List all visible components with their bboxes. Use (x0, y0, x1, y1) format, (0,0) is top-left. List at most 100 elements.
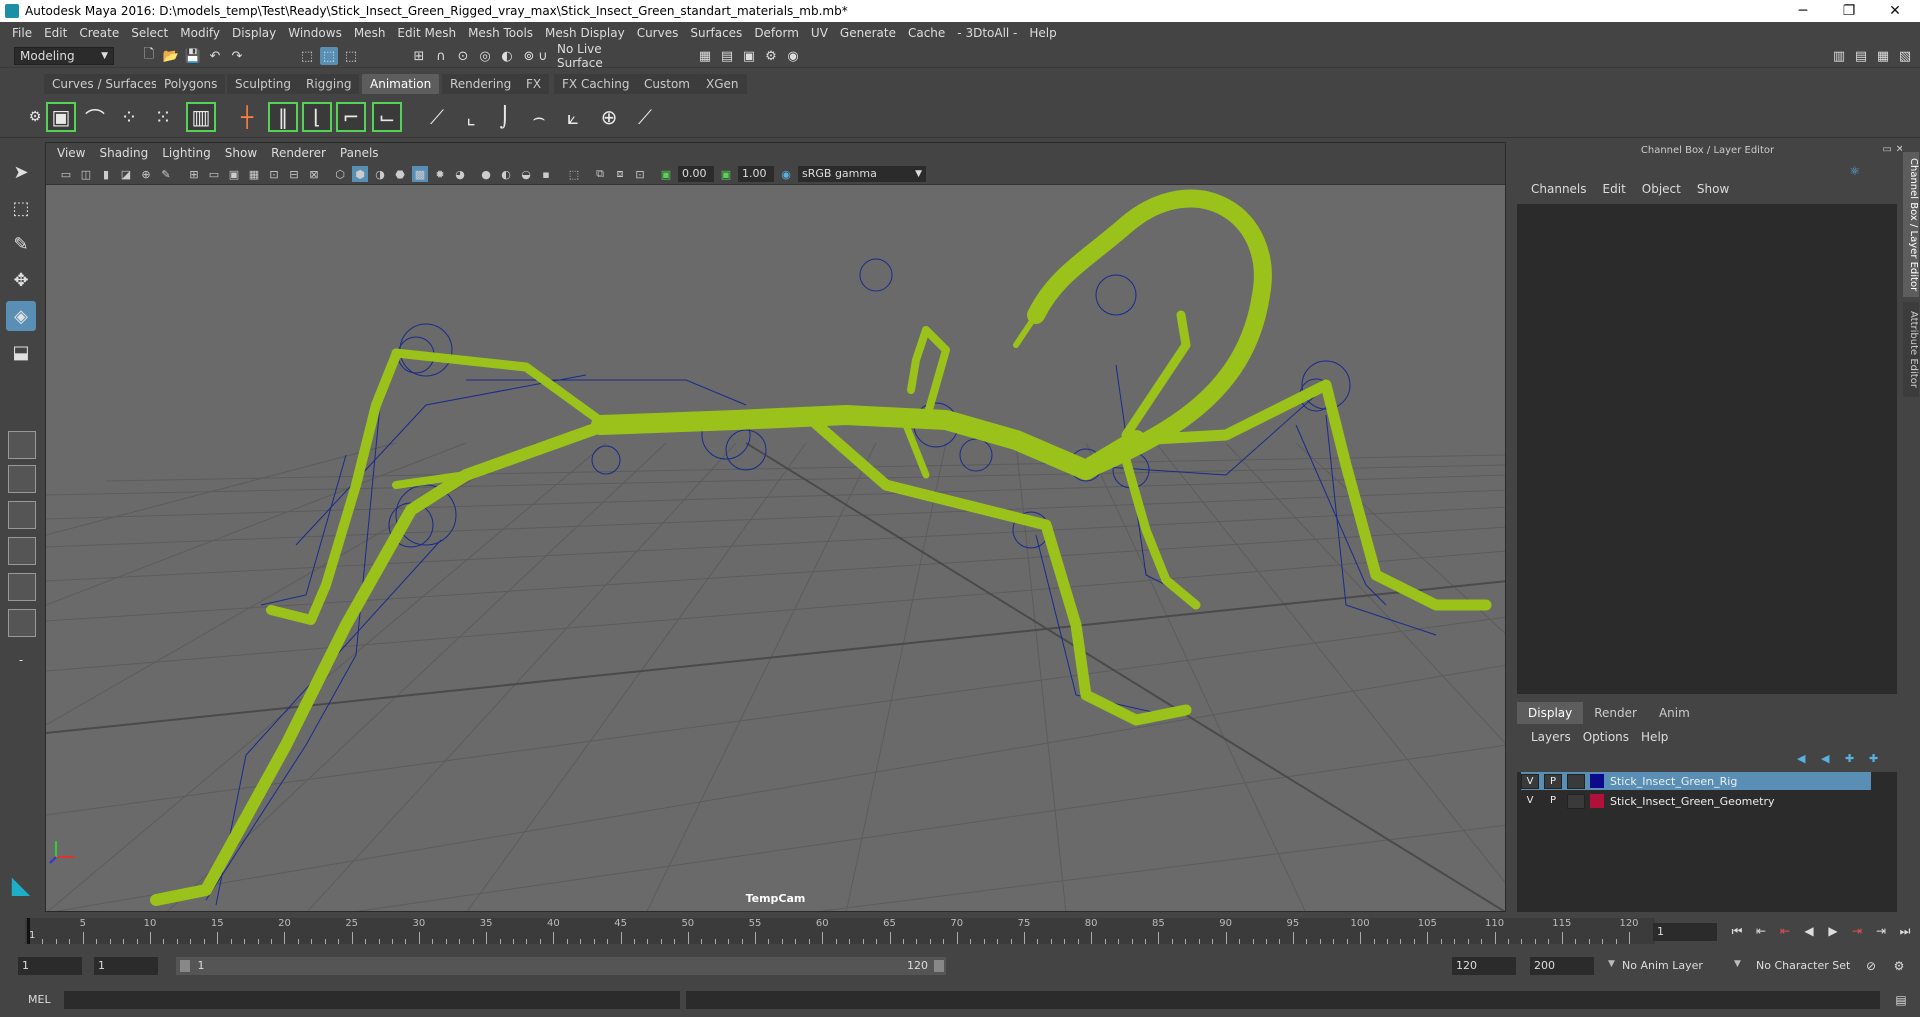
unghost-icon[interactable]: ⁙ (148, 102, 178, 132)
menu-mesh-display[interactable]: Mesh Display (539, 26, 631, 40)
motion-trail-icon[interactable]: ⌒ (80, 102, 110, 132)
command-language-label[interactable]: MEL (28, 993, 51, 1006)
range-bar[interactable]: 1 120 (176, 957, 946, 975)
command-input[interactable] (64, 991, 680, 1009)
snap-point-icon[interactable]: ⊙ (454, 47, 472, 65)
layer-playback-toggle[interactable]: P (1544, 793, 1562, 809)
new-layer-selected-icon[interactable]: ✚ (1869, 752, 1878, 765)
orient-constraint-icon[interactable]: ⌐ (336, 102, 366, 132)
chevron-down-icon[interactable]: ▼ (1608, 959, 1615, 969)
menu-create[interactable]: Create (73, 26, 125, 40)
menuset-dropdown[interactable]: Modeling ▼ (14, 47, 114, 65)
xray-components-icon[interactable]: ⊡ (632, 166, 648, 182)
cb-menu-show[interactable]: Show (1689, 182, 1737, 200)
vp-menu-panels[interactable]: Panels (333, 146, 386, 160)
playback-start-field[interactable]: 1 (94, 957, 158, 975)
menu-mesh[interactable]: Mesh (348, 26, 392, 40)
select-object-icon[interactable]: ⬚ (320, 47, 338, 65)
snap-surface-icon[interactable]: ◐ (498, 47, 516, 65)
shelf-tab-animation[interactable]: Animation (362, 74, 440, 94)
play-backwards-icon[interactable]: ◀ (1800, 922, 1818, 940)
vp-menu-show[interactable]: Show (218, 146, 264, 160)
step-back-frame-icon[interactable]: ⇤ (1776, 922, 1794, 940)
stick-insect-mesh[interactable] (150, 189, 1492, 906)
gamma-field[interactable]: 1.00 (738, 166, 774, 182)
cb-menu-object[interactable]: Object (1634, 182, 1689, 200)
use-all-lights-icon[interactable]: ✹ (432, 166, 448, 182)
toggle-tool-settings-icon[interactable]: ▦ (1874, 47, 1892, 65)
layer-playback-toggle[interactable]: P (1544, 773, 1562, 789)
render-view-icon[interactable]: ▣ (740, 47, 758, 65)
safe-title-icon[interactable]: ⊠ (306, 166, 322, 182)
cb-menu-edit[interactable]: Edit (1595, 182, 1634, 200)
motion-blur-icon[interactable]: ◐ (498, 166, 514, 182)
chevron-down-icon[interactable]: ▼ (1734, 959, 1741, 969)
select-component-icon[interactable]: ⬚ (342, 47, 360, 65)
xray-icon[interactable]: ⧉ (592, 166, 608, 182)
restore-button[interactable]: ❐ (1826, 0, 1872, 22)
menu-surfaces[interactable]: Surfaces (684, 26, 748, 40)
channel-box-area[interactable] (1517, 204, 1897, 694)
paint-weights-icon[interactable]: ⟀ (558, 102, 588, 132)
resolution-gate-icon[interactable]: ▣ (226, 166, 242, 182)
textured-icon[interactable]: ▩ (412, 166, 428, 182)
cluster-icon[interactable]: ⊕ (594, 102, 624, 132)
menu-windows[interactable]: Windows (282, 26, 348, 40)
two-d-pan-zoom-icon[interactable]: ⊕ (138, 166, 154, 182)
menu-select[interactable]: Select (125, 26, 174, 40)
layer-visibility-toggle[interactable]: V (1521, 793, 1539, 809)
image-plane-icon[interactable]: ◪ (118, 166, 134, 182)
side-tab-attribute-editor[interactable]: Attribute Editor (1903, 302, 1919, 397)
shadows-icon[interactable]: ◕ (452, 166, 468, 182)
minimize-button[interactable]: ─ (1780, 0, 1826, 22)
shelf-tab-xgen[interactable]: XGen (698, 74, 747, 94)
range-start-handle[interactable] (180, 960, 190, 972)
menu-edit-mesh[interactable]: Edit Mesh (391, 26, 462, 40)
side-tab-channel-box[interactable]: Channel Box / Layer Editor (1903, 152, 1919, 297)
toolbox-collapse-icon[interactable]: - (6, 645, 36, 675)
time-slider-track[interactable]: 1 5 10 15 20 25 30 35 40 45 50 55 60 65 70 75 80 85 90 95 1… (25, 918, 1655, 944)
shelf-tab-custom[interactable]: Custom (636, 74, 698, 94)
scale-constraint-icon[interactable]: ⌙ (372, 102, 402, 132)
parent-constraint-icon[interactable]: ‖ (268, 102, 298, 132)
shelf-tab-sculpting[interactable]: Sculpting (227, 74, 300, 94)
ghost-icon[interactable]: ⁘ (114, 102, 144, 132)
depth-of-field-icon[interactable]: ▪ (538, 166, 554, 182)
bookmark-icon[interactable]: ▮ (98, 166, 114, 182)
character-set-dropdown[interactable]: No Character Set (1752, 957, 1864, 975)
rotate-tool-icon[interactable]: ◈ (6, 301, 36, 331)
perspective-viewport[interactable]: View Shading Lighting Show Renderer Pane… (45, 142, 1506, 912)
persp-graph-layout-icon[interactable] (8, 537, 36, 565)
menu-mesh-tools[interactable]: Mesh Tools (462, 26, 539, 40)
layer-display-type[interactable] (1567, 793, 1585, 809)
menu-deform[interactable]: Deform (748, 26, 805, 40)
layer-tab-display[interactable]: Display (1517, 702, 1584, 724)
select-tool-icon[interactable]: ➤ (6, 157, 36, 187)
layer-tab-render[interactable]: Render (1583, 702, 1648, 724)
step-back-key-icon[interactable]: ⇤ (1752, 922, 1770, 940)
shelf-tab-fx[interactable]: FX (518, 74, 550, 94)
scene-canvas[interactable] (46, 185, 1506, 912)
menu-help[interactable]: Help (1023, 26, 1062, 40)
menu-display[interactable]: Display (226, 26, 282, 40)
create-joints-icon[interactable]: ⟋ (422, 102, 452, 132)
go-to-start-icon[interactable]: ⏮ (1728, 922, 1746, 940)
single-perspective-layout-icon[interactable] (8, 431, 36, 459)
current-frame-field[interactable]: 1 (1653, 923, 1717, 941)
snap-view-plane-icon[interactable]: ◎ (476, 47, 494, 65)
menu-curves[interactable]: Curves (631, 26, 685, 40)
isolate-select-icon[interactable]: ⬚ (566, 166, 582, 182)
layer-color-swatch[interactable] (1590, 774, 1604, 788)
menu-generate[interactable]: Generate (834, 26, 902, 40)
shelf-tab-rendering[interactable]: Rendering (442, 74, 520, 94)
vp-menu-view[interactable]: View (50, 146, 92, 160)
shelf-tab-fx-caching[interactable]: FX Caching (554, 74, 638, 94)
scene-start-field[interactable]: 1 (18, 957, 82, 975)
xray-joints-icon[interactable]: ⧈ (612, 166, 628, 182)
multisample-aa-icon[interactable]: ◒ (518, 166, 534, 182)
layer-tab-anim[interactable]: Anim (1648, 702, 1701, 724)
toggle-modeling-toolkit-icon[interactable]: ▥ (1830, 47, 1848, 65)
smooth-shade-icon[interactable]: ⬢ (352, 166, 368, 182)
scene-end-field[interactable]: 200 (1530, 957, 1594, 975)
four-view-layout-icon[interactable] (8, 465, 36, 493)
